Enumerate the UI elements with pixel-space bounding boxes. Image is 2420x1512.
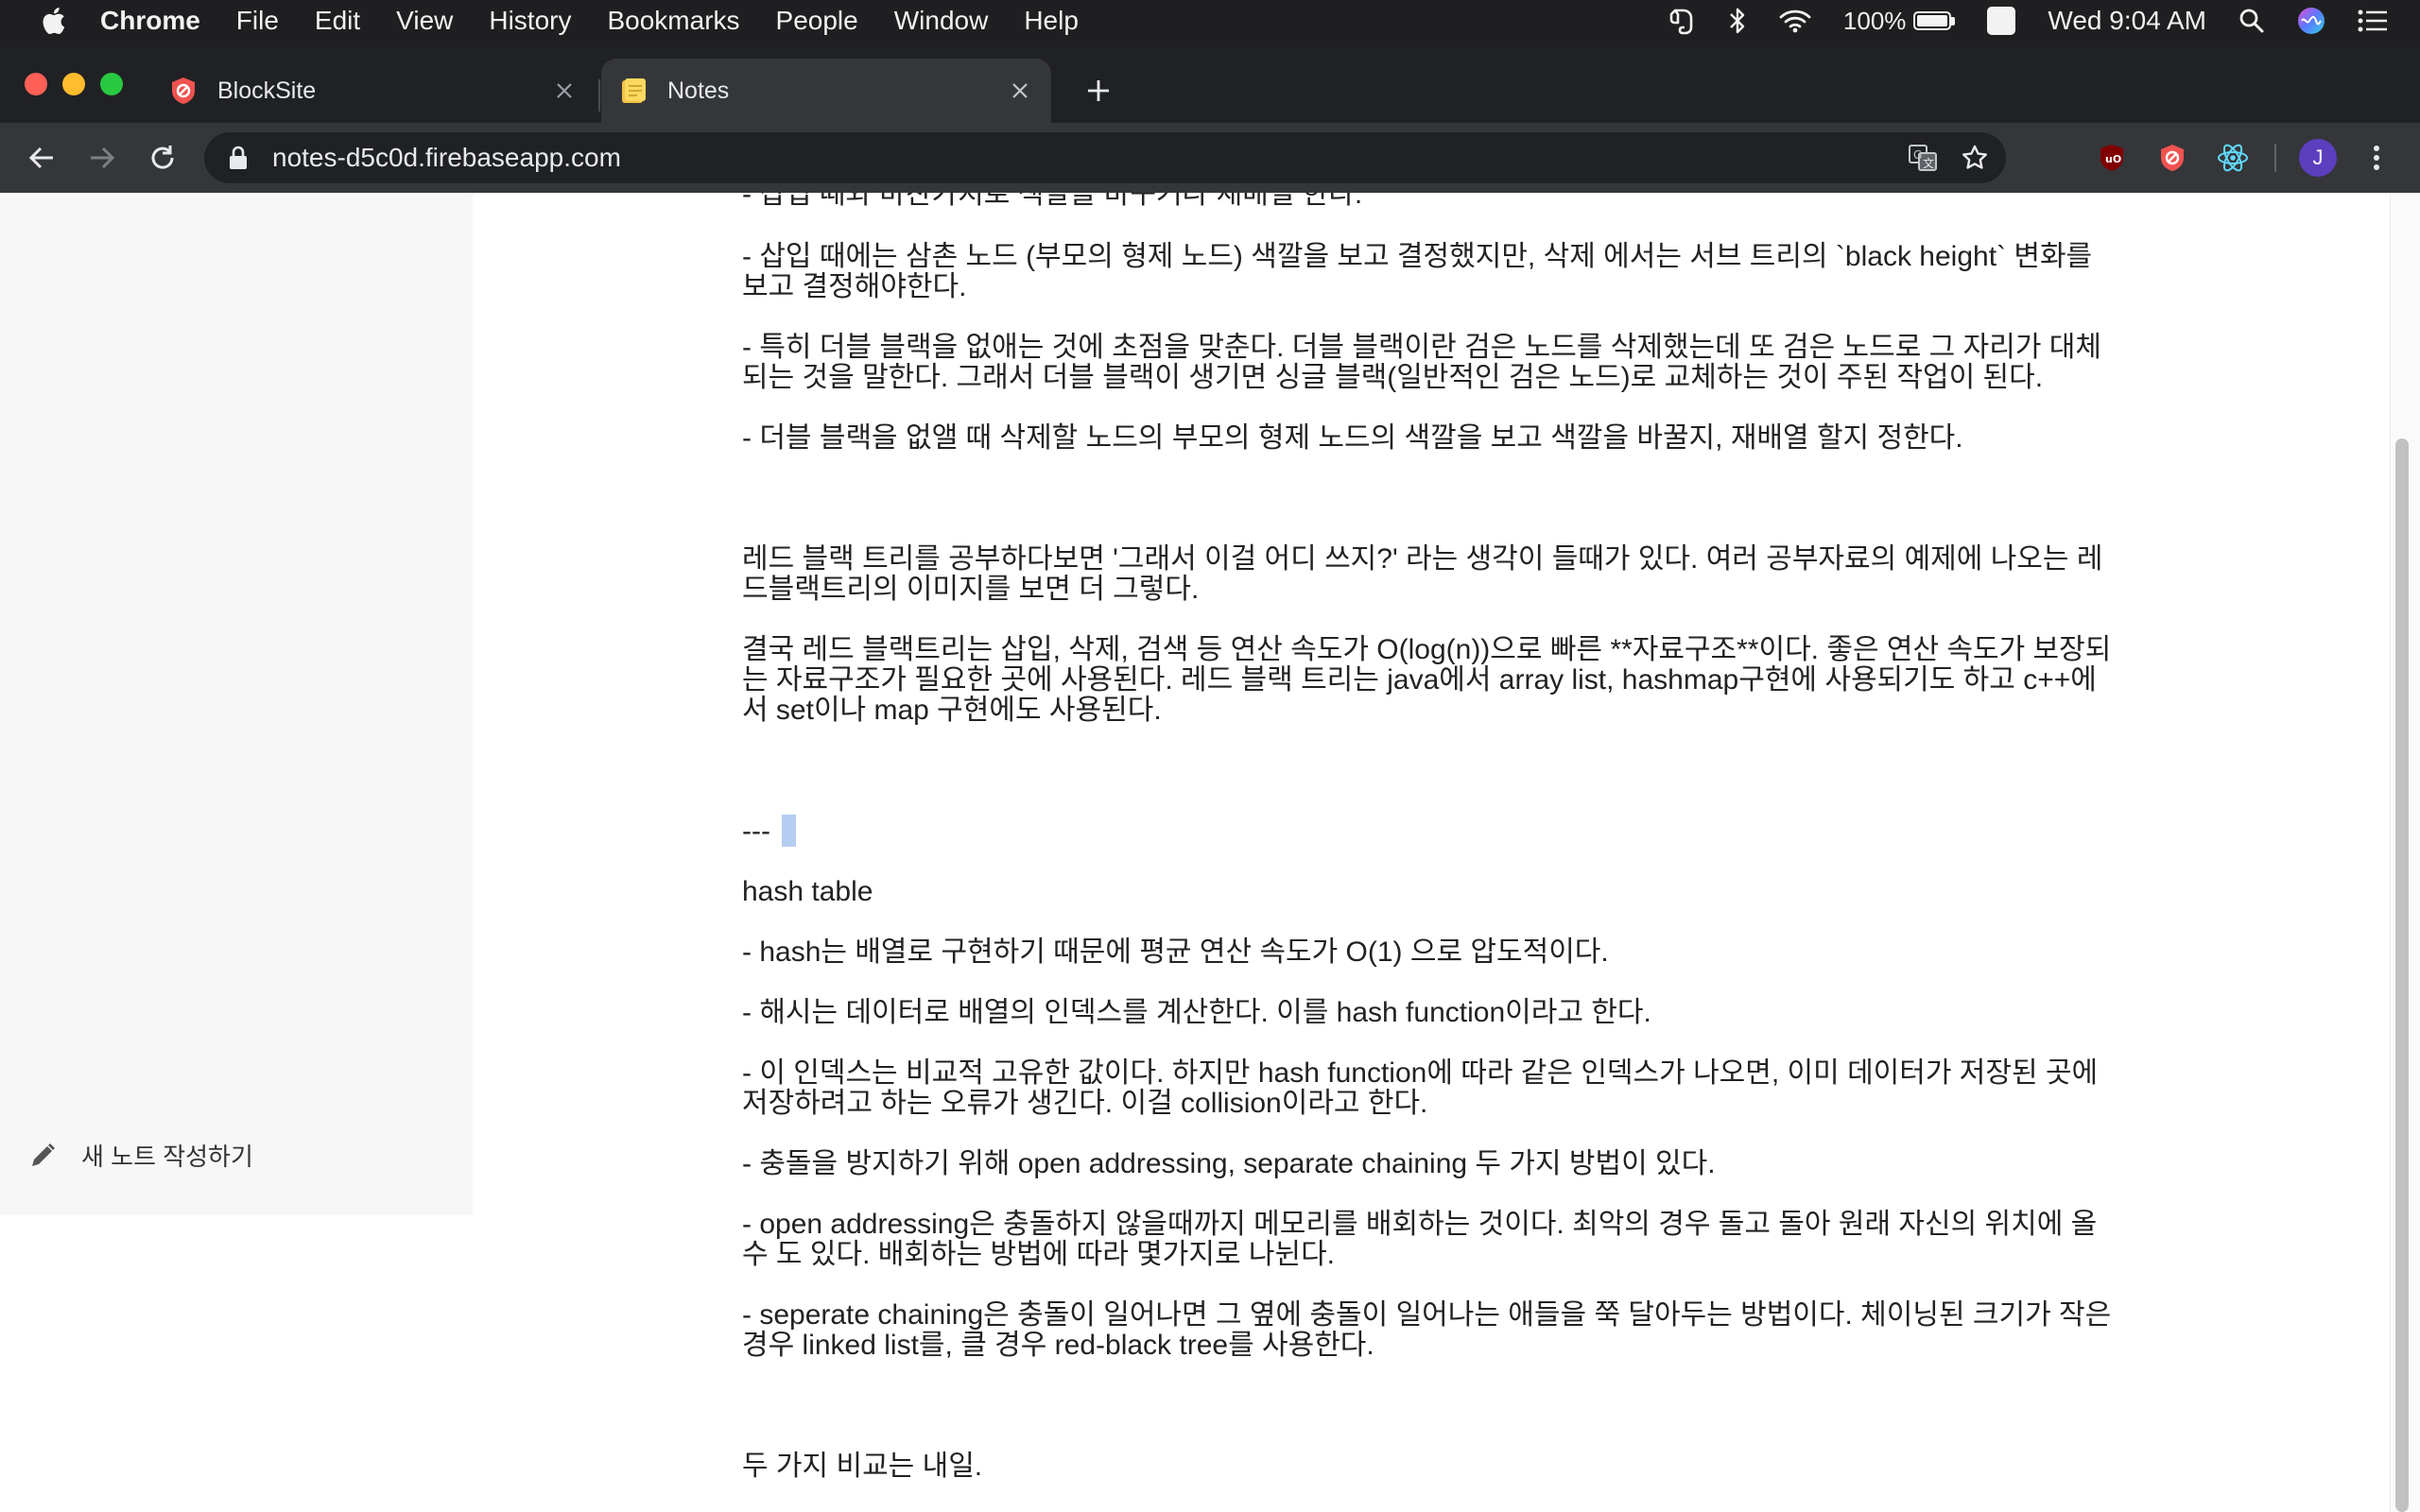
text-selection — [782, 815, 796, 847]
url-text[interactable]: notes-d5c0d.firebaseapp.com — [272, 143, 621, 173]
note-line: 두 가지 비교는 내일. — [742, 1451, 983, 1482]
toolbar-separator — [2274, 144, 2276, 172]
menu-app-name[interactable]: Chrome — [100, 6, 200, 36]
svg-text:文: 文 — [1923, 156, 1934, 170]
menu-help[interactable]: Help — [1024, 6, 1079, 36]
note-line: - 해시는 데이터로 배열의 인덱스를 계산한다. 이를 hash functi… — [742, 997, 1651, 1028]
note-line: - 충돌을 방지하기 위해 open addressing, separate … — [742, 1148, 1716, 1179]
tab-title: Notes — [667, 77, 730, 104]
react-devtools-icon[interactable] — [2214, 139, 2252, 177]
arrow-right-icon — [91, 146, 115, 169]
tab-close-icon[interactable] — [550, 77, 579, 105]
chrome-menu-icon[interactable] — [2358, 139, 2395, 177]
note-line: - 더블 블랙을 없앨 때 삭제할 노드의 부모의 형제 노드의 색깔을 보고 … — [742, 422, 1963, 454]
note-line-hr: --- — [742, 816, 2118, 847]
profile-avatar[interactable]: J — [2299, 139, 2337, 177]
menu-edit[interactable]: Edit — [315, 6, 360, 36]
window-close-button[interactable] — [25, 73, 47, 95]
note-line: - 삽입 때에는 삼촌 노드 (부모의 형제 노드) 색깔을 보고 결정했지만,… — [742, 241, 2093, 302]
battery-icon — [1913, 11, 1952, 30]
tab-title: BlockSite — [217, 77, 317, 104]
back-button[interactable] — [19, 135, 64, 180]
note-line: - 삽입 때와 마찬가지로 색깔을 바꾸거나 재배열 한다. — [742, 193, 1363, 210]
input-source-indicator[interactable]: A — [1987, 7, 2016, 35]
tab-blocksite[interactable]: BlockSite — [151, 59, 596, 123]
ublock-origin-icon[interactable]: uO — [2093, 139, 2131, 177]
note-line: 레드 블랙 트리를 공부하다보면 '그래서 이걸 어디 쓰지?' 라는 생각이 … — [742, 543, 2103, 605]
plus-icon — [1088, 80, 1109, 101]
reload-icon — [151, 146, 174, 169]
notes-sidebar: 새 노트 작성하기 — [0, 193, 473, 1215]
wifi-icon[interactable] — [1779, 9, 1811, 33]
menu-view[interactable]: View — [396, 6, 453, 36]
note-line: 결국 레드 블랙트리는 삽입, 삭제, 검색 등 연산 속도가 O(log(n)… — [742, 634, 2112, 726]
note-line: - seperate chaining은 충돌이 일어나면 그 옆에 충돌이 일… — [742, 1299, 2112, 1361]
hr-text: --- — [742, 816, 770, 847]
reload-button[interactable] — [140, 135, 185, 180]
bookmark-star-icon[interactable] — [1961, 144, 1989, 172]
new-tab-button[interactable] — [1078, 70, 1119, 112]
blocksite-extension-icon[interactable] — [2153, 139, 2191, 177]
battery-percent: 100% — [1842, 6, 1907, 35]
browser-toolbar: notes-d5c0d.firebaseapp.com G文 uO J — [0, 123, 2420, 193]
notes-page: 새 노트 작성하기 - 삽입 때와 마찬가지로 색깔을 바꾸거나 재배열 한다.… — [0, 193, 2420, 1512]
macos-menu-bar: Chrome File Edit View History Bookmarks … — [0, 0, 2420, 42]
new-note-label: 새 노트 작성하기 — [81, 1143, 253, 1171]
translate-icon[interactable]: G文 — [1908, 144, 1938, 172]
menu-history[interactable]: History — [489, 6, 571, 36]
tab-strip: BlockSite Notes — [0, 42, 2420, 123]
tab-close-icon[interactable] — [1006, 77, 1034, 105]
pencil-icon — [28, 1140, 60, 1172]
battery-status[interactable]: 100% — [1843, 7, 1956, 36]
note-line: hash table — [742, 876, 873, 907]
evernote-icon[interactable] — [1669, 7, 1696, 35]
bluetooth-icon[interactable] — [1728, 7, 1747, 35]
note-line: - hash는 배열로 구현하기 때문에 평균 연산 속도가 O(1) 으로 압… — [742, 936, 1609, 968]
svg-text:G: G — [1913, 148, 1922, 162]
menu-clock[interactable]: Wed 9:04 AM — [2048, 6, 2206, 36]
menu-window[interactable]: Window — [894, 6, 989, 36]
note-line: - open addressing은 충돌하지 않을때까지 메모리를 배회하는 … — [742, 1209, 2098, 1270]
menu-people[interactable]: People — [776, 6, 858, 36]
scrollbar-thumb[interactable] — [2395, 438, 2409, 1512]
window-zoom-button[interactable] — [100, 73, 123, 95]
spotlight-search-icon[interactable] — [2238, 8, 2265, 34]
apple-menu-icon[interactable] — [34, 6, 72, 36]
svg-text:uO: uO — [2105, 153, 2121, 165]
siri-icon[interactable] — [2297, 7, 2325, 35]
arrow-left-icon — [28, 146, 53, 169]
notes-icon — [618, 76, 648, 106]
blocksite-shield-icon — [168, 76, 199, 106]
menu-file[interactable]: File — [236, 6, 279, 36]
tab-notes[interactable]: Notes — [601, 59, 1051, 123]
new-note-button[interactable]: 새 노트 작성하기 — [28, 1138, 253, 1173]
note-line: - 특히 더블 블랙을 없애는 것에 초점을 맞춘다. 더블 블랙이란 검은 노… — [742, 332, 2101, 393]
address-bar[interactable]: notes-d5c0d.firebaseapp.com G文 — [204, 132, 2006, 183]
notification-center-icon[interactable] — [2358, 9, 2388, 32]
window-minimize-button[interactable] — [62, 73, 85, 95]
forward-button[interactable] — [79, 135, 125, 180]
tab-divider — [598, 79, 600, 112]
note-line: - 이 인덱스는 비교적 고유한 값이다. 하지만 hash function에… — [742, 1057, 2099, 1119]
menu-bookmarks[interactable]: Bookmarks — [607, 6, 739, 36]
lock-icon[interactable] — [229, 145, 251, 171]
